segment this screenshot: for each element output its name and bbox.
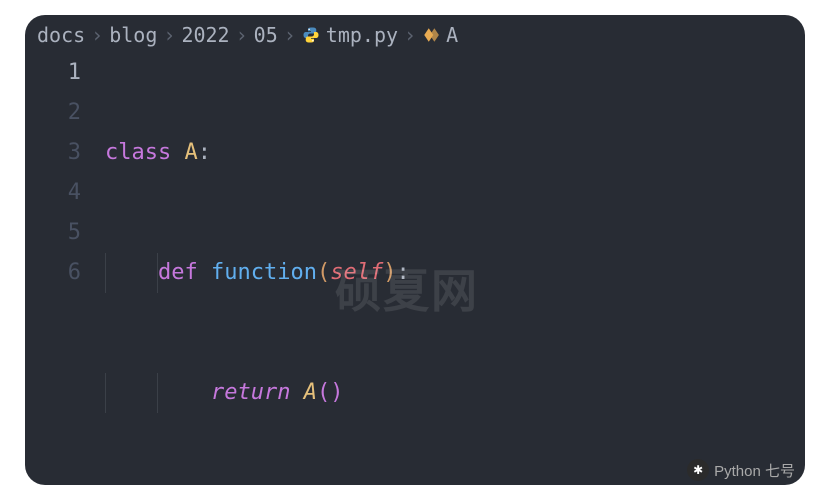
editor-window: docs › blog › 2022 › 05 › tmp.py › A 1 2… xyxy=(25,15,805,485)
line-number: 3 xyxy=(25,133,81,173)
keyword-token: def xyxy=(158,260,198,285)
line-number: 1 xyxy=(25,53,81,93)
breadcrumb-segment[interactable]: docs xyxy=(37,23,85,47)
paren-token: ) xyxy=(383,260,396,285)
breadcrumb[interactable]: docs › blog › 2022 › 05 › tmp.py › A xyxy=(25,15,805,51)
chevron-right-icon: › xyxy=(404,23,416,47)
function-name-token: function xyxy=(211,260,317,285)
breadcrumb-segment[interactable]: 05 xyxy=(254,23,278,47)
paren-token: ( xyxy=(317,260,330,285)
line-number: 6 xyxy=(25,253,81,293)
breadcrumb-symbol[interactable]: A xyxy=(446,23,458,47)
keyword-token: class xyxy=(105,140,171,165)
keyword-token: return xyxy=(211,380,290,405)
code-content[interactable]: class A: def function(self): return A() … xyxy=(105,53,805,485)
chevron-right-icon: › xyxy=(284,23,296,47)
paren-token: ) xyxy=(330,380,343,405)
line-number: 2 xyxy=(25,93,81,133)
chevron-right-icon: › xyxy=(163,23,175,47)
footer-text: Python 七号 xyxy=(714,460,795,481)
wechat-icon: ✱ xyxy=(687,459,709,481)
class-name-token: A xyxy=(184,140,197,165)
line-number-gutter: 1 2 3 4 5 6 xyxy=(25,53,105,485)
breadcrumb-segment[interactable]: blog xyxy=(109,23,157,47)
class-name-token: A xyxy=(304,380,317,405)
line-number: 4 xyxy=(25,173,81,213)
code-line[interactable]: def function(self): xyxy=(105,253,805,293)
class-symbol-icon xyxy=(422,23,440,47)
line-number: 5 xyxy=(25,213,81,253)
punct-token: : xyxy=(198,140,211,165)
python-file-icon xyxy=(302,23,320,47)
punct-token: : xyxy=(396,260,409,285)
param-token: self xyxy=(330,260,383,285)
chevron-right-icon: › xyxy=(91,23,103,47)
code-line[interactable]: class A: xyxy=(105,133,805,173)
paren-token: ( xyxy=(317,380,330,405)
footer-brand: ✱ Python 七号 xyxy=(687,459,795,481)
code-line[interactable]: return A() xyxy=(105,373,805,413)
code-editor[interactable]: 1 2 3 4 5 6 class A: def function(self):… xyxy=(25,51,805,485)
breadcrumb-file[interactable]: tmp.py xyxy=(326,23,398,47)
breadcrumb-segment[interactable]: 2022 xyxy=(181,23,229,47)
chevron-right-icon: › xyxy=(236,23,248,47)
